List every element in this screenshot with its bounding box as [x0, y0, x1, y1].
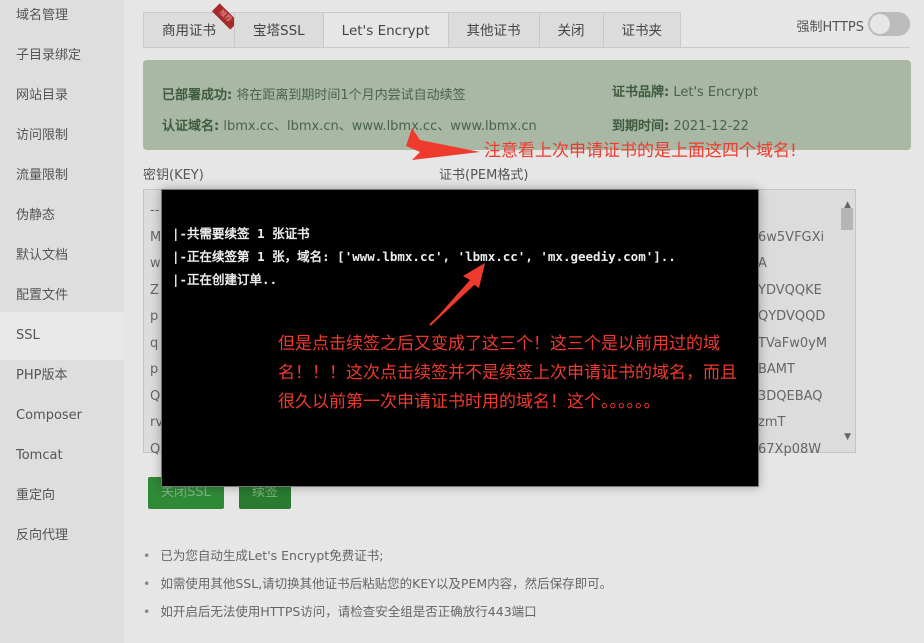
arrow-icon [406, 128, 480, 160]
arrow-icon [430, 263, 485, 325]
annotation-top: 注意看上次申请证书的是上面这四个域名! [484, 141, 797, 161]
annotation-modal: 但是点击续签之后又变成了这三个！这三个是以前用过的域名！！！这次点击续签并不是续… [278, 334, 737, 412]
annotation-arrows [406, 128, 485, 326]
